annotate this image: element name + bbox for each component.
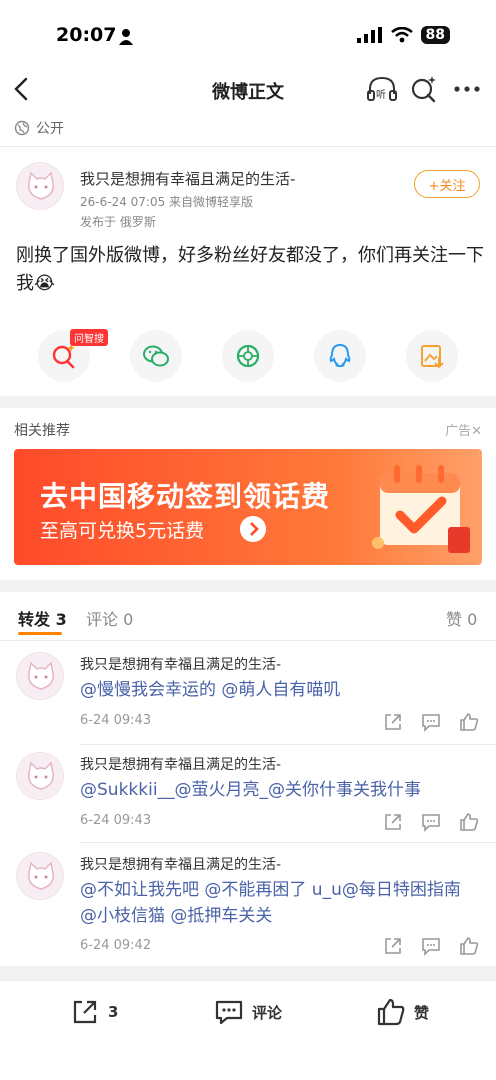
repost-icon [73,1000,97,1024]
thumbs-up-icon [377,998,405,1026]
qq-icon [329,343,351,368]
active-tab-indicator [18,632,62,635]
repost-author[interactable]: 我只是想拥有幸福且满足的生活- [80,754,281,774]
comment-icon [215,1000,243,1025]
repost-actions [382,811,480,833]
section-separator [0,580,496,592]
divider [80,842,496,843]
svg-text:听: 听 [376,89,386,101]
tab-repost-count: 3 [55,610,67,629]
image-download-icon [421,345,444,369]
repost-actions [382,935,480,957]
repost-author[interactable]: 我只是想拥有幸福且满足的生活- [80,854,281,874]
repost-text[interactable]: @慢慢我会幸运的 @萌人自有喵叽 [80,677,480,703]
qq-share-button[interactable] [314,330,366,382]
ai-search-icon[interactable] [410,74,438,104]
avatar[interactable] [16,752,64,800]
repost-author[interactable]: 我只是想拥有幸福且满足的生活- [80,654,281,674]
zhisou-icon [52,344,75,369]
visibility-row: 公开 [14,118,64,138]
follow-button[interactable]: +关注 [414,170,480,198]
avatar[interactable] [16,652,64,700]
save-image-button[interactable] [406,330,458,382]
avatar[interactable] [16,162,64,210]
repost-text[interactable]: @不如让我先吧 @不能再困了 u_u@每日特困指南 @小枝信猫 @抵押车关关 [80,877,480,929]
ad-banner[interactable]: 去中国移动签到领话费 至高可兑换5元话费 [14,449,482,565]
divider [80,744,496,745]
person-icon [119,29,133,45]
battery-indicator: 88 [420,26,450,44]
divider [0,146,496,147]
post-author-name[interactable]: 我只是想拥有幸福且满足的生活- [80,168,295,189]
banner-title: 去中国移动签到领话费 [40,480,331,513]
section-separator [0,396,496,408]
share-icon[interactable] [382,935,404,957]
post-location: 发布于 俄罗斯 [80,215,156,229]
cat-avatar-icon [28,861,54,890]
comment-label: 评论 [252,1003,283,1022]
repost-time: 6-24 09:42 [80,938,152,953]
globe-icon [14,120,30,136]
repost-button[interactable]: 3 [70,997,118,1027]
comment-icon[interactable] [420,811,442,833]
repost-time: 6-24 09:43 [80,713,152,728]
post-text: 刚换了国外版微博，好多粉丝好友都没了，你们再关注一下我😭 [16,245,484,294]
bottom-action-bar: 3 评论 赞 [0,980,496,1046]
listen-icon[interactable]: 听 [366,74,398,104]
comment-button[interactable]: 评论 [214,997,282,1027]
share-icon[interactable] [382,711,404,733]
status-bar: 20:07 88 [0,0,496,70]
signal-icon [356,27,382,43]
like-label: 赞 [414,1003,430,1022]
status-time: 20:07 [56,24,117,46]
moments-share-button[interactable] [222,330,274,382]
avatar[interactable] [16,852,64,900]
wechat-share-button[interactable] [130,330,182,382]
wifi-icon [390,27,413,43]
banner-subtitle: 至高可兑换5元话费 [40,520,205,542]
repost-text[interactable]: @Sukkkii__@萤火月亮_@关你什事关我什事 [80,777,480,803]
thumbs-up-icon[interactable] [458,811,480,833]
share-icon[interactable] [382,811,404,833]
thumbs-up-icon[interactable] [458,711,480,733]
comment-icon[interactable] [420,711,442,733]
tab-like[interactable]: 赞 0 [446,606,477,630]
cat-avatar-icon [28,761,54,790]
repost-time: 6-24 09:43 [80,813,152,828]
calendar-check-icon [372,465,470,553]
thumbs-up-icon[interactable] [458,935,480,957]
zhisou-badge: 问智搜 [70,329,108,346]
comment-icon[interactable] [420,935,442,957]
wechat-icon [143,345,169,367]
recommend-title: 相关推荐 [14,423,70,439]
nav-bar: 微博正文 听 [0,70,496,112]
section-separator [0,966,496,980]
repost-count: 3 [108,1003,119,1021]
cat-avatar-icon [28,661,54,690]
visibility-label: 公开 [36,121,64,137]
tab-comment[interactable]: 评论 0 [86,606,133,630]
ad-close-label[interactable]: 广告✕ [445,420,482,439]
post-time-source: 26-6-24 07:05 来自微博轻享版 [80,195,254,209]
tab-repost[interactable]: 转发 3 [18,606,67,630]
like-button[interactable]: 赞 [376,997,429,1027]
chevron-right-icon [240,516,266,542]
divider [0,640,496,641]
status-icons: 88 [356,26,450,44]
tab-repost-label: 转发 [18,610,51,629]
more-icon[interactable] [452,82,482,96]
cat-avatar-icon [28,171,54,200]
moments-icon [236,344,260,368]
repost-actions [382,711,480,733]
